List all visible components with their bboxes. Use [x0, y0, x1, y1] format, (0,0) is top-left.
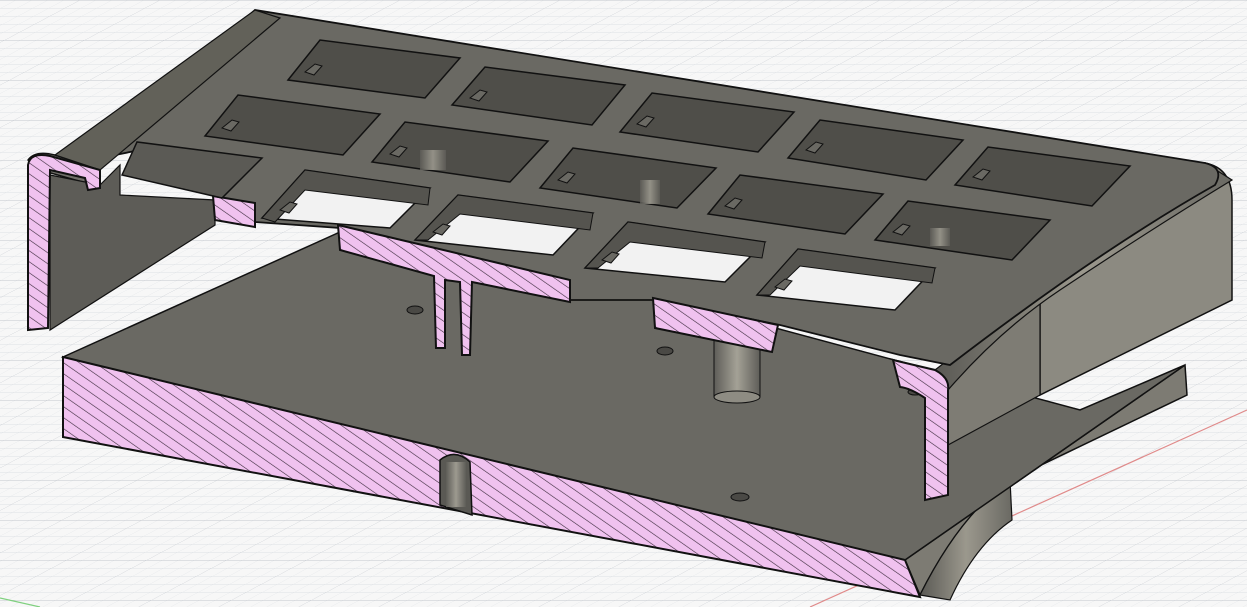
screw-channel-inner: [446, 462, 466, 507]
inner-post-2: [640, 180, 660, 204]
cad-viewport[interactable]: [0, 0, 1247, 607]
screw-hole-1: [406, 305, 424, 315]
screw-hole-2: [656, 346, 674, 356]
cad-scene[interactable]: [0, 0, 1247, 607]
standoff-post-1-base: [713, 390, 761, 404]
inner-post-1: [420, 150, 446, 170]
screw-hole-3: [730, 492, 750, 502]
inner-post-3: [930, 228, 950, 246]
